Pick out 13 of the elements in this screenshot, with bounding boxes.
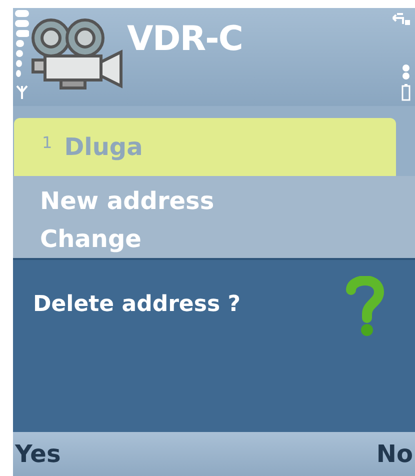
- dialog-message: Delete address ?: [33, 291, 240, 319]
- item-number: 1: [42, 132, 52, 154]
- yes-softkey[interactable]: Yes: [15, 436, 61, 472]
- no-softkey[interactable]: No: [376, 436, 413, 472]
- signal-strength-icon: [15, 10, 29, 100]
- list-item[interactable]: 1 Dluga: [14, 118, 396, 176]
- item-name: Dluga: [64, 132, 143, 163]
- menu-item[interactable]: Change: [40, 220, 388, 258]
- question-mark-icon: [345, 276, 385, 338]
- menu-item[interactable]: New address: [40, 182, 388, 220]
- connection-icon: [391, 12, 411, 26]
- battery-icon: [401, 64, 411, 102]
- app-title: VDR-C: [127, 18, 243, 61]
